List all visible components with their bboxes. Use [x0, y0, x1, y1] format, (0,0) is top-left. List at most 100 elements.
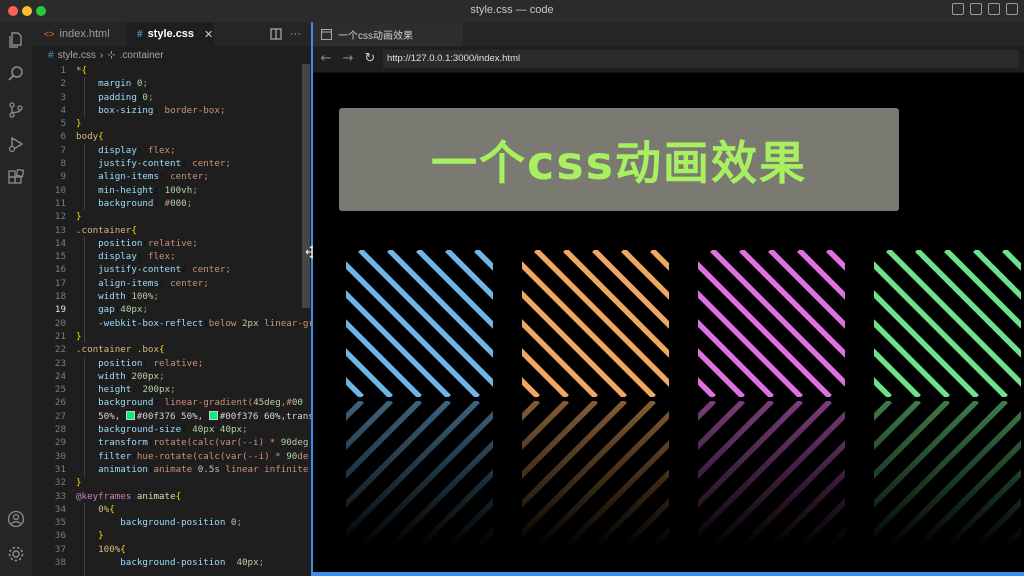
- code-line[interactable]: 16 justify-content: center;: [32, 263, 312, 276]
- code-line[interactable]: 34 0%{: [32, 503, 312, 516]
- code-text: }: [76, 330, 82, 342]
- split-editor-icon[interactable]: [270, 22, 284, 46]
- tab-style-css[interactable]: # style.css ✕: [127, 22, 213, 46]
- code-line[interactable]: 2 margin:0;: [32, 77, 312, 90]
- reload-icon[interactable]: ↻: [361, 50, 379, 68]
- code-line[interactable]: 6 body{: [32, 130, 312, 143]
- tab-index-html[interactable]: <> index.html: [32, 22, 124, 46]
- code-line[interactable]: 14 position:relative;: [32, 237, 312, 250]
- line-number: 6: [60, 131, 66, 143]
- striped-box: [874, 250, 1021, 397]
- striped-box: [698, 250, 845, 397]
- code-line[interactable]: 21}: [32, 330, 312, 343]
- striped-box-reflection: [346, 401, 493, 548]
- settings-gear-icon[interactable]: [4, 542, 28, 566]
- line-number: 5: [60, 118, 66, 130]
- web-page-icon: [321, 28, 332, 40]
- code-line[interactable]: 20 -webkit-box-reflect:below 2px linear-…: [32, 317, 312, 330]
- account-icon[interactable]: [4, 507, 28, 531]
- code-line[interactable]: 29 transform:rotate(calc(var(--i) * 90de…: [32, 436, 312, 449]
- code-line[interactable]: 15 display: flex;: [32, 250, 312, 263]
- url-input[interactable]: http://127.0.0.1:3000/index.html: [383, 50, 1019, 68]
- line-number: 24: [54, 370, 66, 382]
- code-text: .container{: [76, 224, 137, 236]
- code-lines[interactable]: 1 *{2 margin:0; 3 padding:0; 4 box-sizing: …: [32, 64, 312, 576]
- line-number: 9: [60, 171, 66, 183]
- striped-box-reflection: [698, 401, 845, 548]
- browser-preview: 一个css动画效果 ← → ↻ http://127.0.0.1:3000/in…: [313, 22, 1024, 576]
- code-line[interactable]: 26 background: linear-gradient(45deg,#00: [32, 396, 312, 409]
- code-line[interactable]: 30 filter:hue-rotate(calc(var(--i) * 90d…: [32, 450, 312, 463]
- code-line[interactable]: 24 width:200px;: [32, 370, 312, 383]
- run-debug-icon[interactable]: [4, 132, 28, 156]
- code-line[interactable]: 22 .container .box{: [32, 343, 312, 356]
- browser-tab[interactable]: 一个css动画效果: [313, 22, 463, 46]
- line-number: 26: [54, 397, 66, 409]
- code-text: @keyframes animate{: [76, 490, 182, 502]
- line-number: 11: [54, 197, 66, 209]
- code-line[interactable]: 25 height: 200px;: [32, 383, 312, 396]
- split-layout-icon[interactable]: [988, 3, 1000, 15]
- code-text: min-height: 100vh;: [98, 184, 198, 196]
- line-number: 3: [60, 91, 66, 103]
- code-line[interactable]: 8 justify-content: center;: [32, 157, 312, 170]
- code-line[interactable]: 9 align-items: center;: [32, 170, 312, 183]
- css-file-icon: #: [137, 28, 143, 40]
- code-line[interactable]: 28 background-size: 40px 40px;: [32, 423, 312, 436]
- code-text: 100%{: [76, 543, 126, 555]
- code-line[interactable]: 33 @keyframes animate{: [32, 490, 312, 503]
- code-line[interactable]: 27 50%, #00f376 50%, #00f376 60%,transp: [32, 410, 312, 423]
- code-line[interactable]: 13 .container{: [32, 224, 312, 237]
- toggle-sidebar-icon[interactable]: [952, 3, 964, 15]
- code-line[interactable]: 18 width:100%;: [32, 290, 312, 303]
- line-number: 8: [60, 158, 66, 170]
- striped-box: [522, 250, 669, 397]
- code-line[interactable]: 31 animation:animate 0.5s linear infinit…: [32, 463, 312, 476]
- search-icon[interactable]: [4, 62, 28, 86]
- breadcrumb-symbol[interactable]: .container: [120, 50, 164, 61]
- code-line[interactable]: 38 background-position: 40px;: [32, 556, 312, 569]
- code-line[interactable]: 17 align-items: center;: [32, 277, 312, 290]
- code-line[interactable]: 37 100%{: [32, 543, 312, 556]
- code-line[interactable]: 23 position: relative;: [32, 357, 312, 370]
- symbol-icon: ⊹: [107, 49, 116, 61]
- explorer-icon[interactable]: [4, 28, 28, 52]
- forward-arrow-icon[interactable]: →: [339, 50, 357, 68]
- code-text: -webkit-box-reflect:below 2px linear-gr: [98, 317, 312, 329]
- code-line[interactable]: 10 min-height: 100vh;: [32, 184, 312, 197]
- back-arrow-icon[interactable]: ←: [317, 50, 335, 68]
- code-line[interactable]: 36 }: [32, 529, 312, 542]
- code-line[interactable]: 12}: [32, 210, 312, 223]
- code-line[interactable]: 5}: [32, 117, 312, 130]
- browser-tab-bar: 一个css动画效果: [313, 22, 1024, 46]
- code-line[interactable]: 7 display: flex;: [32, 144, 312, 157]
- code-line[interactable]: 3 padding:0;: [32, 91, 312, 104]
- editor-scrollbar[interactable]: [302, 64, 310, 308]
- banner-title: 一个css动画效果: [430, 135, 808, 190]
- line-number: 1: [60, 65, 66, 76]
- code-text: transform:rotate(calc(var(--i) * 90deg: [98, 437, 309, 449]
- code-text: background-size: 40px 40px;: [98, 424, 248, 436]
- extensions-icon[interactable]: [4, 166, 28, 190]
- code-line[interactable]: 11 background: #000;: [32, 197, 312, 210]
- line-number: 25: [54, 384, 66, 396]
- code-line[interactable]: 1 *{: [32, 64, 312, 77]
- code-text: display: flex;: [98, 251, 176, 263]
- more-actions-icon[interactable]: ···: [290, 22, 306, 46]
- code-text: background: linear-gradient(45deg,#00: [98, 397, 303, 409]
- close-tab-icon[interactable]: ✕: [204, 28, 213, 41]
- customize-layout-icon[interactable]: [1006, 3, 1018, 15]
- code-line[interactable]: 32}: [32, 476, 312, 489]
- code-line[interactable]: 35 background-position:0;: [32, 516, 312, 529]
- toggle-panel-icon[interactable]: [970, 3, 982, 15]
- source-control-icon[interactable]: [4, 98, 28, 122]
- line-number: 23: [54, 357, 66, 369]
- line-number: 27: [54, 410, 66, 422]
- line-number: 35: [54, 517, 66, 529]
- code-text: }: [76, 477, 82, 489]
- code-text: body{: [76, 131, 104, 143]
- code-line[interactable]: 4 box-sizing: border-box;: [32, 104, 312, 117]
- breadcrumb-file[interactable]: style.css: [58, 50, 96, 61]
- code-text: .container .box{: [76, 344, 165, 356]
- code-line[interactable]: 19 gap:40px;: [32, 303, 312, 316]
